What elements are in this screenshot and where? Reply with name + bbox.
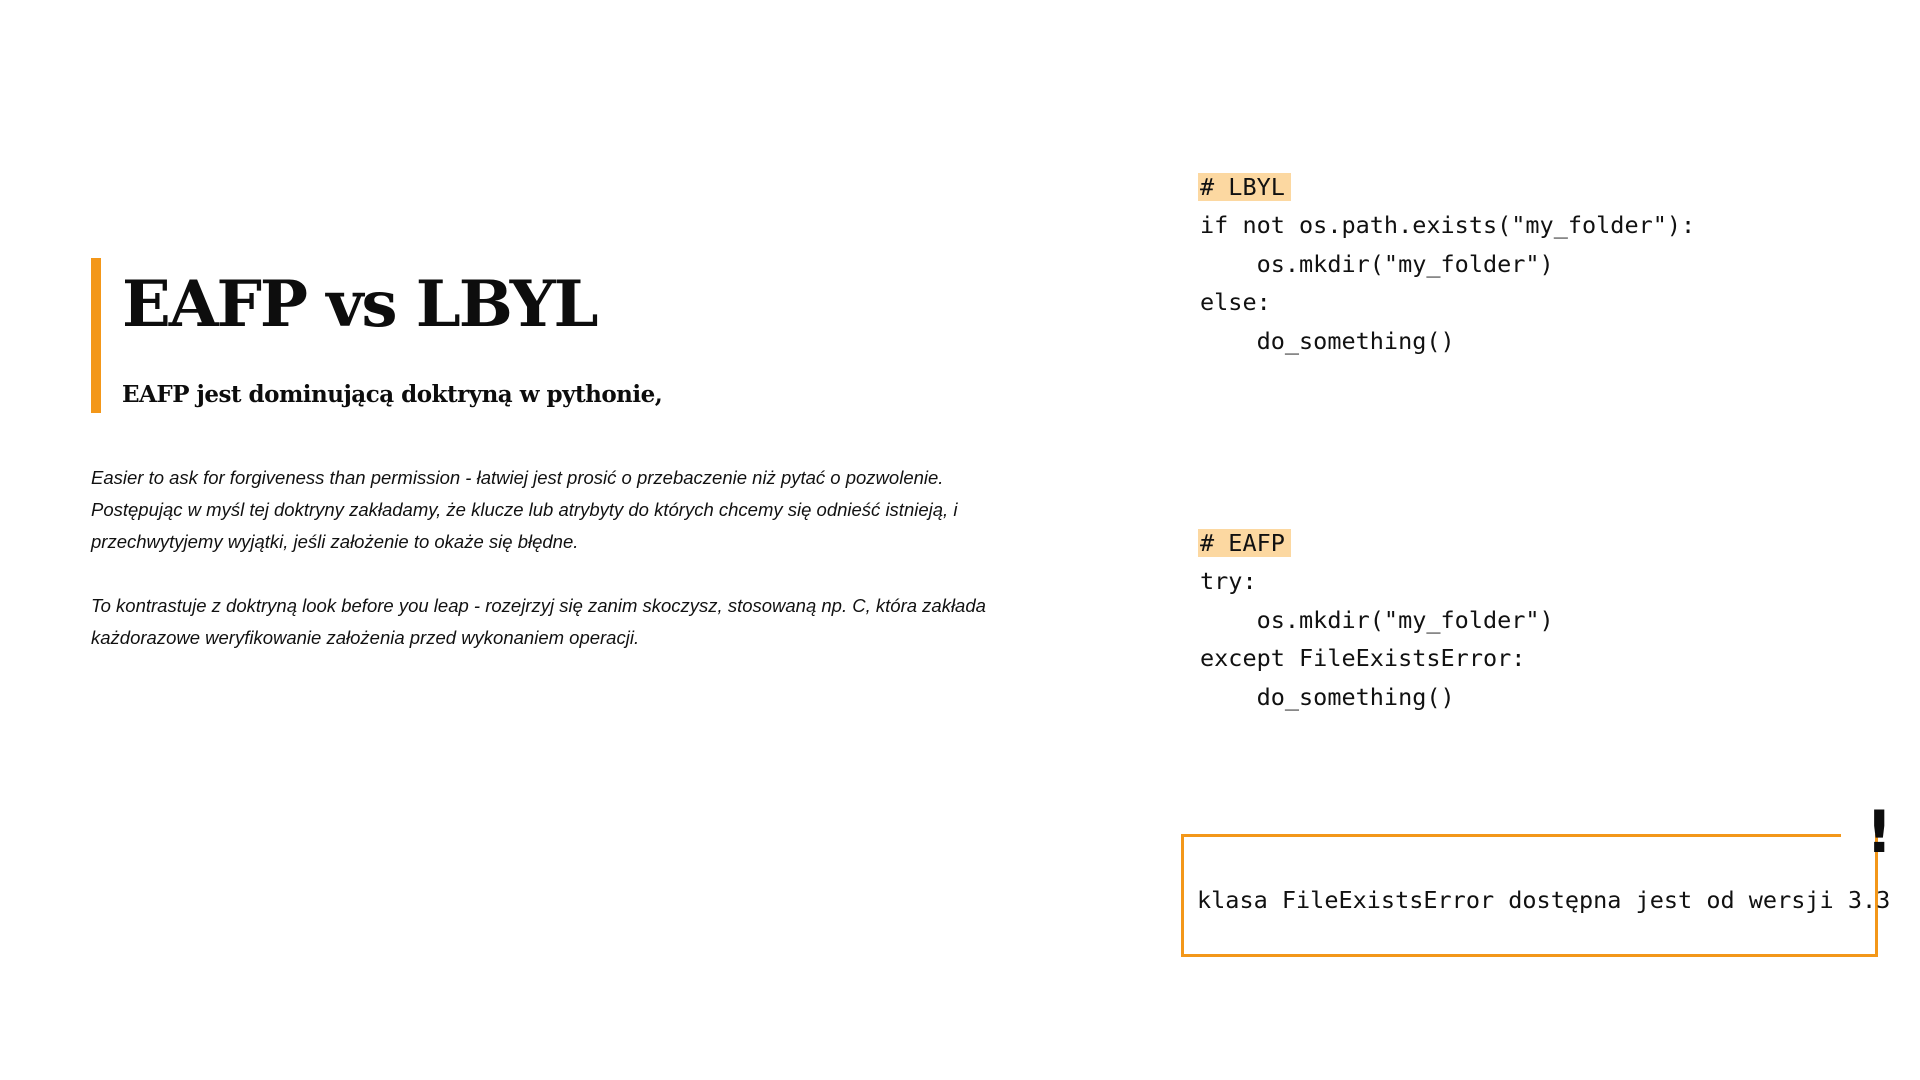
code-line: except FileExistsError:	[1200, 644, 1526, 673]
slide: EAFP vs LBYL EAFP jest dominującą doktry…	[0, 0, 1920, 1080]
code-line: # EAFP	[1198, 524, 1554, 562]
title-accent-bar	[91, 258, 101, 413]
code-line: if not os.path.exists("my_folder"):	[1200, 211, 1696, 240]
code-line: do_something()	[1200, 682, 1455, 711]
exclamation-icon: !	[1866, 798, 1893, 866]
paragraph-line: Postępując w myśl tej doktryny zakładamy…	[91, 499, 958, 520]
paragraph-line: To kontrastuje z doktryną look before yo…	[91, 595, 986, 616]
code-line: os.mkdir("my_folder")	[1200, 605, 1554, 634]
code-line: else:	[1200, 288, 1271, 317]
slide-title: EAFP vs LBYL	[122, 267, 598, 342]
code-line: try:	[1200, 567, 1257, 596]
code-block-lbyl: # LBYL if not os.path.exists("my_folder"…	[1198, 168, 1696, 360]
code-comment-eafp: # EAFP	[1198, 529, 1291, 557]
paragraph-lbyl-contrast: To kontrastuje z doktryną look before yo…	[91, 590, 1091, 654]
code-block-eafp: # EAFP try: os.mkdir("my_folder") except…	[1198, 524, 1554, 716]
paragraph-line: przechwytyjemy wyjątki, jeśli założenie …	[91, 531, 579, 552]
note-text: klasa FileExistsError dostępna jest od w…	[1197, 886, 1891, 914]
paragraph-line: każdorazowe weryfikowanie założenia prze…	[91, 627, 640, 648]
code-comment-lbyl: # LBYL	[1198, 173, 1291, 201]
code-line: # LBYL	[1198, 168, 1695, 206]
code-line: os.mkdir("my_folder")	[1200, 249, 1554, 278]
code-line: do_something()	[1200, 326, 1455, 355]
slide-subtitle: EAFP jest dominującą doktryną w pythonie…	[122, 381, 663, 408]
paragraph-line: Easier to ask for forgiveness than permi…	[91, 467, 944, 488]
paragraph-eafp-definition: Easier to ask for forgiveness than permi…	[91, 462, 1091, 558]
note-box-top-border	[1181, 834, 1841, 837]
